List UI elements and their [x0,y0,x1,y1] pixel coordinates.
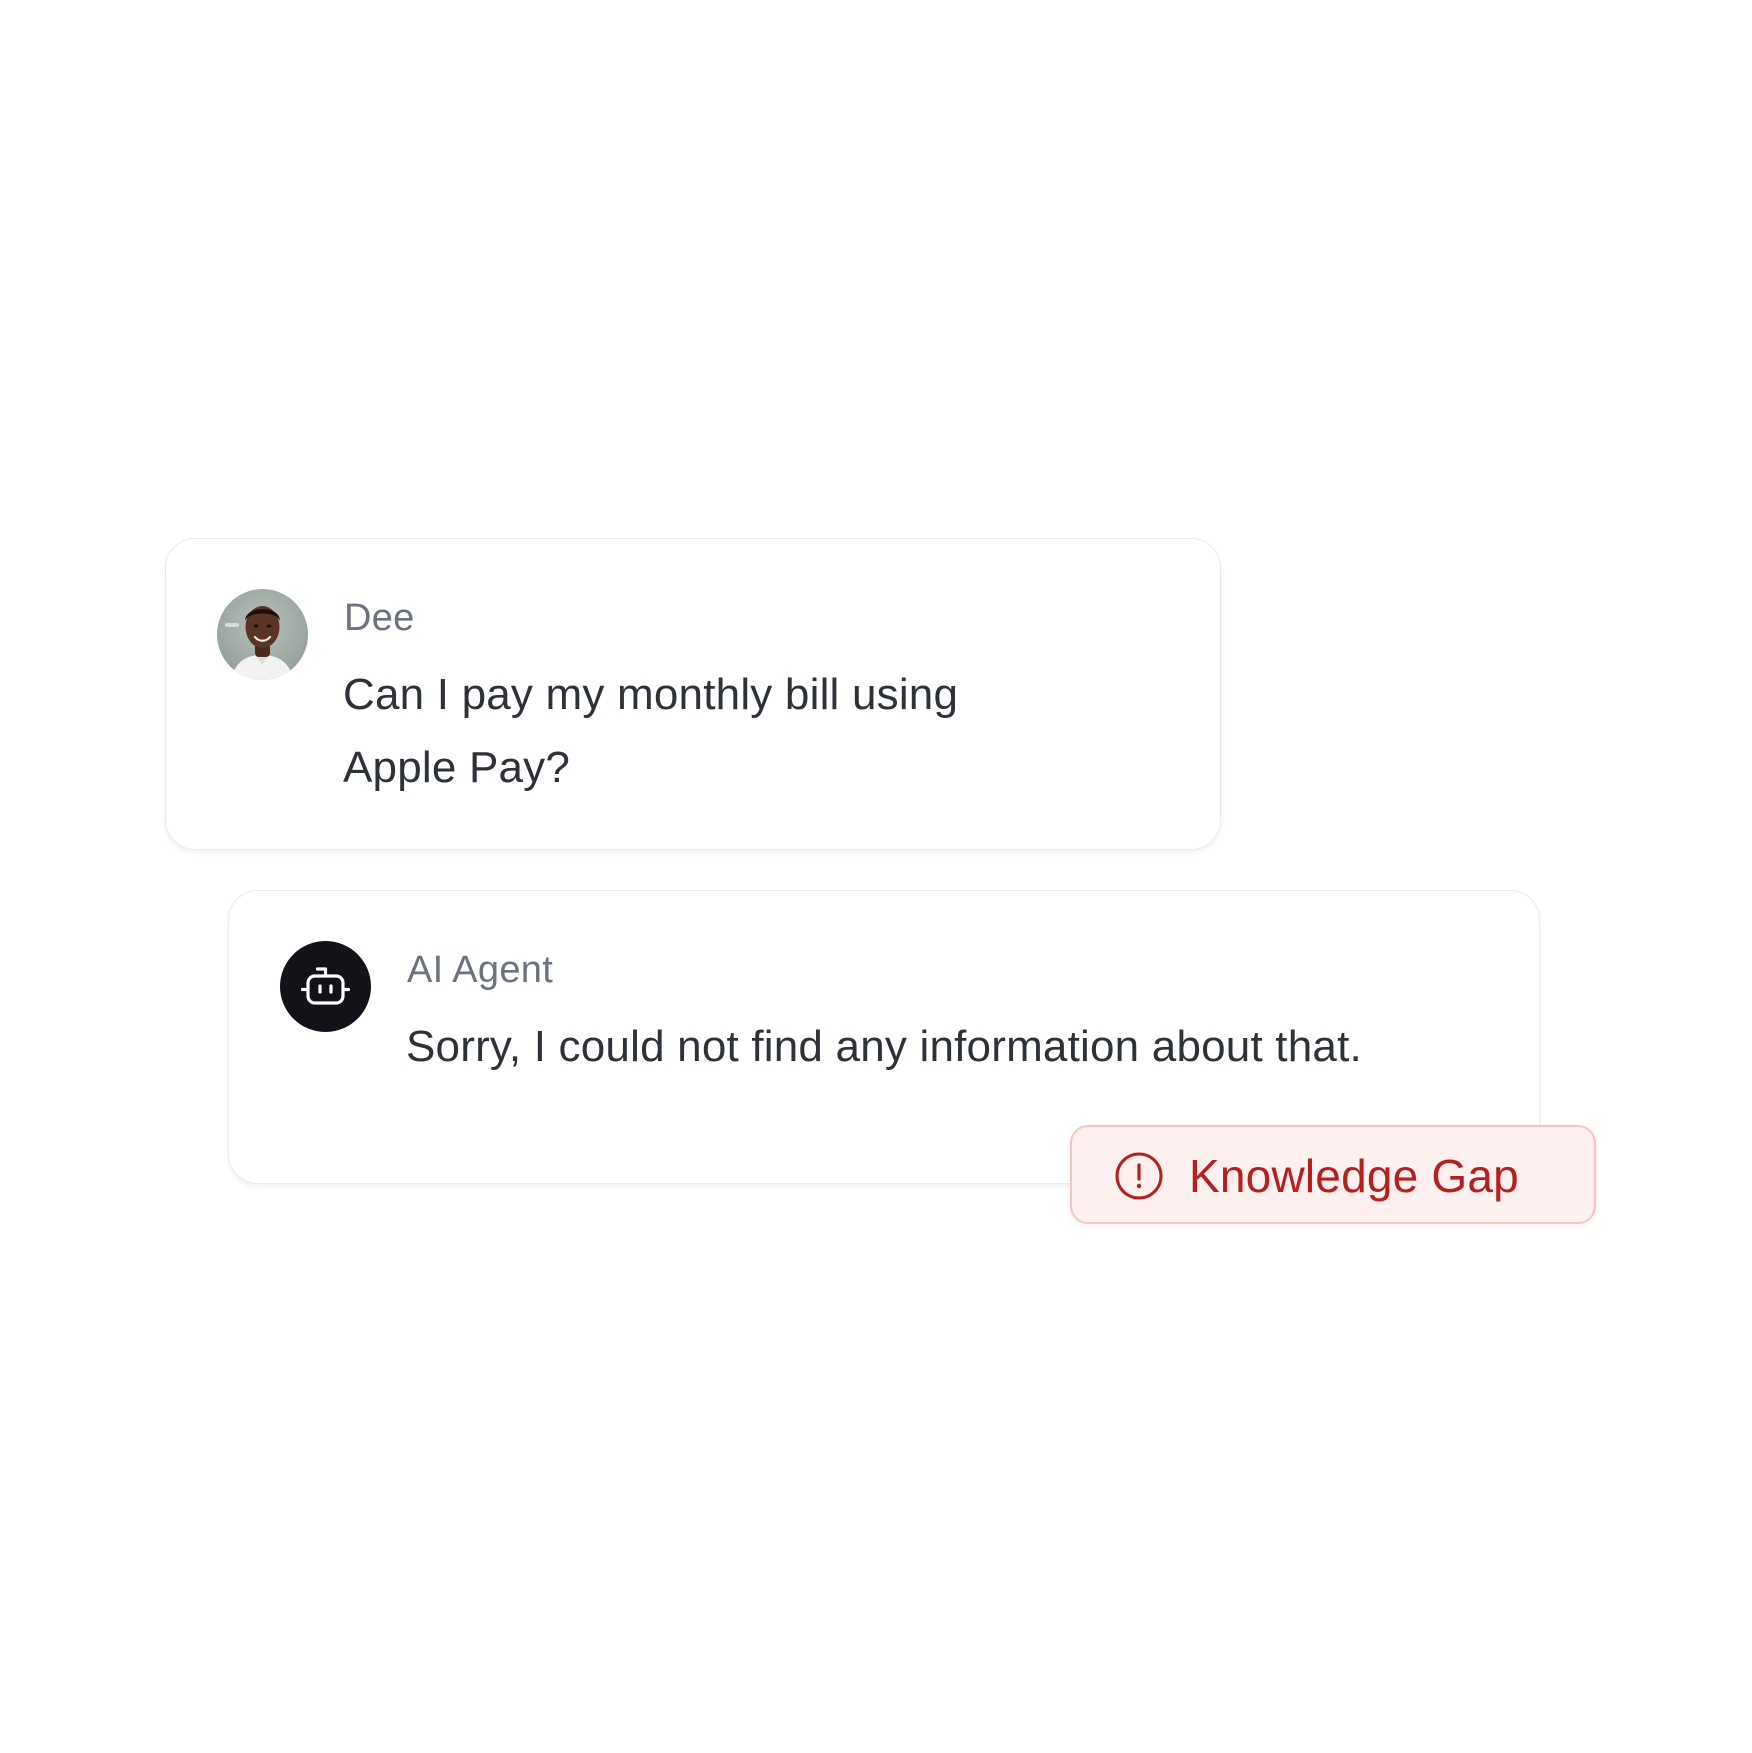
user-avatar [217,589,308,680]
message-line: Can I pay my monthly bill using [343,670,959,719]
alert-circle-icon [1115,1152,1163,1200]
sender-name: AI Agent [407,949,554,991]
message-line: Sorry, I could not find any information … [406,1022,1362,1071]
agent-avatar [280,941,371,1032]
message-text: Sorry, I could not find any information … [406,1010,1362,1083]
chat-canvas: { "messages": [ { "sender": "Dee", "avat… [0,0,1752,1753]
knowledge-gap-badge[interactable]: Knowledge Gap [1070,1125,1596,1224]
user-avatar-photo [217,589,308,680]
message-text: Can I pay my monthly bill using Apple Pa… [343,658,958,804]
message-line: Apple Pay? [343,743,571,792]
user-message-card: Dee Can I pay my monthly bill using Appl… [165,538,1221,850]
robot-icon [300,967,351,1005]
knowledge-gap-label: Knowledge Gap [1189,1150,1519,1202]
sender-name: Dee [344,597,415,639]
